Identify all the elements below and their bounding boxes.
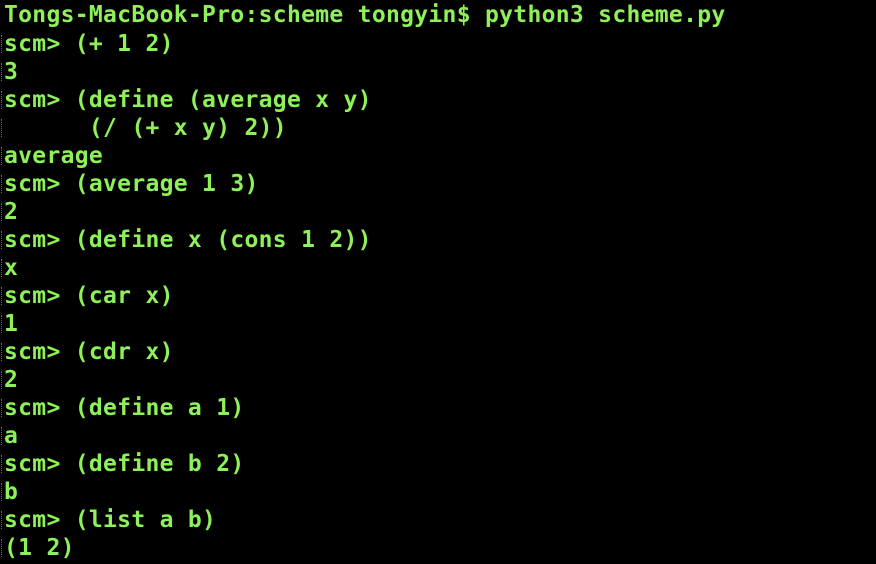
line-text: scm> (define b 2) bbox=[4, 451, 245, 477]
repl-output-line: 2 bbox=[1, 366, 876, 394]
line-text: 2 bbox=[4, 199, 19, 225]
line-marker bbox=[1, 203, 4, 221]
line-marker bbox=[1, 539, 4, 557]
repl-input-line: scm> (define a 1) bbox=[1, 394, 876, 422]
line-marker bbox=[1, 147, 4, 165]
line-text: 1 bbox=[4, 311, 19, 337]
line-text: scm> (cdr x) bbox=[4, 339, 174, 365]
line-text: average bbox=[4, 143, 104, 169]
line-marker bbox=[1, 511, 4, 529]
line-text: 3 bbox=[4, 59, 19, 85]
line-marker bbox=[1, 231, 4, 249]
line-marker bbox=[1, 399, 4, 417]
line-marker bbox=[1, 287, 4, 305]
line-marker bbox=[1, 175, 4, 193]
line-text: scm> (list a b) bbox=[4, 507, 217, 533]
line-marker bbox=[1, 315, 4, 333]
repl-output-line: 2 bbox=[1, 198, 876, 226]
line-text: 2 bbox=[4, 367, 19, 393]
line-marker bbox=[1, 119, 4, 137]
repl-output-line: (1 2) bbox=[1, 534, 876, 562]
line-marker bbox=[1, 427, 4, 445]
repl-input-line: scm> (define b 2) bbox=[1, 450, 876, 478]
line-text: scm> (define x (cons 1 2)) bbox=[4, 227, 372, 253]
line-text: b bbox=[4, 479, 19, 505]
line-marker bbox=[1, 35, 4, 53]
repl-output-line: 3 bbox=[1, 58, 876, 86]
line-marker bbox=[1, 259, 4, 277]
repl-output-line: b bbox=[1, 478, 876, 506]
repl-input-line: scm> (define x (cons 1 2)) bbox=[1, 226, 876, 254]
line-text: Tongs-MacBook-Pro:scheme tongyin$ python… bbox=[4, 2, 726, 28]
line-text: scm> (define a 1) bbox=[4, 395, 245, 421]
repl-input-line: scm> (+ 1 2) bbox=[1, 30, 876, 58]
repl-input-line: scm> (cdr x) bbox=[1, 338, 876, 366]
repl-input-line: scm> (average 1 3) bbox=[1, 170, 876, 198]
line-marker bbox=[1, 483, 4, 501]
line-text: scm> (define (average x y) bbox=[4, 87, 372, 113]
line-marker bbox=[1, 343, 4, 361]
repl-output-line: x bbox=[1, 254, 876, 282]
line-text: (/ (+ x y) 2)) bbox=[4, 115, 287, 141]
repl-input-line: scm> (list a b) bbox=[1, 506, 876, 534]
terminal-window[interactable]: Tongs-MacBook-Pro:scheme tongyin$ python… bbox=[0, 0, 876, 564]
line-marker bbox=[1, 63, 4, 81]
repl-output-line: 1 bbox=[1, 310, 876, 338]
line-text: scm> (average 1 3) bbox=[4, 171, 259, 197]
line-text: (1 2) bbox=[4, 535, 75, 561]
line-marker bbox=[1, 455, 4, 473]
line-marker bbox=[1, 91, 4, 109]
repl-output-line: average bbox=[1, 142, 876, 170]
line-marker bbox=[1, 371, 4, 389]
repl-input-line: scm> (car x) bbox=[1, 282, 876, 310]
repl-continuation-line: (/ (+ x y) 2)) bbox=[1, 114, 876, 142]
repl-input-line: scm> (define (average x y) bbox=[1, 86, 876, 114]
line-text: scm> (+ 1 2) bbox=[4, 31, 174, 57]
line-text: scm> (car x) bbox=[4, 283, 174, 309]
line-text: a bbox=[4, 423, 19, 449]
line-text: x bbox=[4, 255, 19, 281]
shell-prompt-line: Tongs-MacBook-Pro:scheme tongyin$ python… bbox=[4, 0, 876, 30]
repl-output-line: a bbox=[1, 422, 876, 450]
